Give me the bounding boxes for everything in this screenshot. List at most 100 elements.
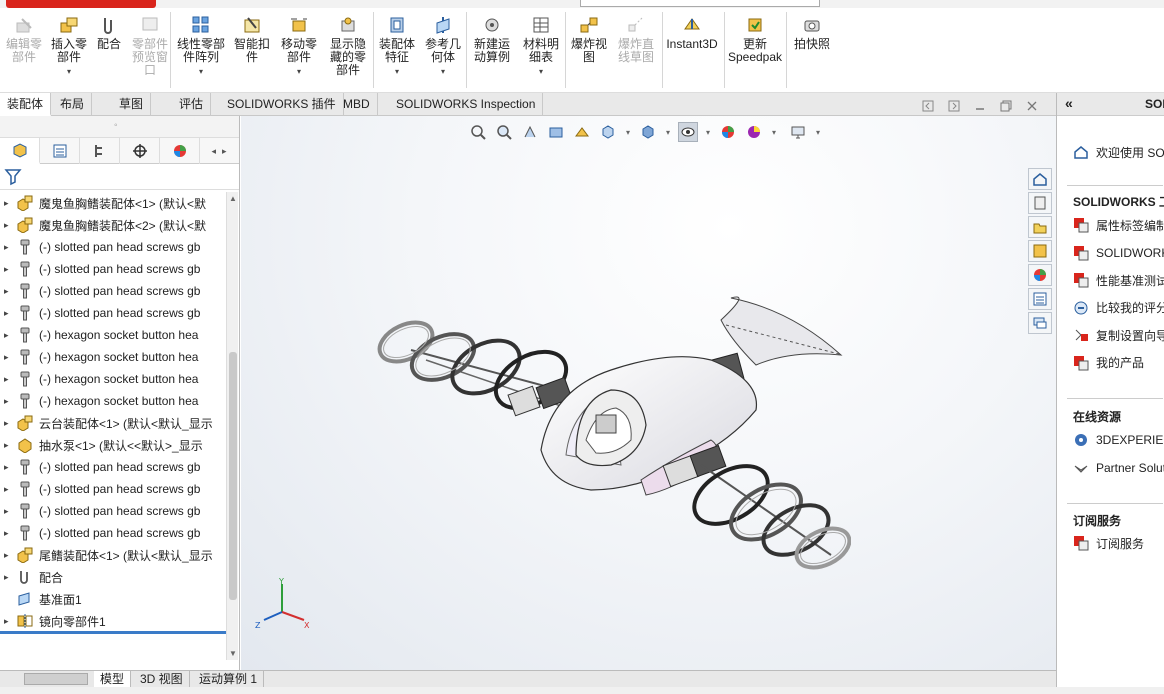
display-style-icon[interactable] xyxy=(638,122,658,142)
expand-arrow-icon[interactable]: ▸ xyxy=(4,352,16,363)
bottom-tab-1[interactable]: 3D 视图 xyxy=(134,671,190,688)
tree-item[interactable]: ▸ 配合 xyxy=(0,566,226,588)
tree-item[interactable]: ▸ (-) hexagon socket button hea xyxy=(0,346,226,368)
component-preview-button[interactable]: 零部件 预览窗 口 xyxy=(128,14,172,77)
tree-filter[interactable] xyxy=(0,164,239,190)
move-component-button[interactable]: 移动零 部件 ▾ xyxy=(278,14,320,78)
collapse-pane-icon[interactable]: « xyxy=(1065,95,1073,111)
tree-scrollbar[interactable]: ▲ ▼ xyxy=(226,192,238,660)
expand-arrow-icon[interactable]: ▸ xyxy=(4,616,16,627)
expand-arrow-icon[interactable]: ▸ xyxy=(4,242,16,253)
tree-item[interactable]: ▸ 魔鬼鱼胸鳍装配体<2> (默认<默 xyxy=(0,214,226,236)
tab-3[interactable]: 评估 xyxy=(172,93,212,116)
tree-item[interactable]: ▸ (-) slotted pan head screws gb xyxy=(0,258,226,280)
design-library-icon[interactable] xyxy=(1028,192,1052,214)
edit-appearance-icon[interactable] xyxy=(718,122,738,142)
chevron-left-icon[interactable]: ◂ xyxy=(211,146,216,157)
tree-item[interactable]: ▸ (-) slotted pan head screws gb xyxy=(0,500,226,522)
expand-arrow-icon[interactable]: ▸ xyxy=(4,220,16,231)
task-pane-link[interactable]: SOLIDWORKS xyxy=(1071,244,1164,262)
expand-arrow-icon[interactable]: ▸ xyxy=(4,462,16,473)
dynamic-annotation-icon[interactable] xyxy=(572,122,592,142)
custom-properties-icon[interactable] xyxy=(1028,288,1052,310)
bottom-tab-2[interactable]: 运动算例 1 xyxy=(193,671,265,688)
tree-item[interactable]: ▸ (-) hexagon socket button hea xyxy=(0,324,226,346)
forum-icon[interactable] xyxy=(1028,312,1052,334)
expand-arrow-icon[interactable]: ▸ xyxy=(4,264,16,275)
display-manager-tab[interactable] xyxy=(160,138,200,164)
task-pane-link[interactable]: 属性标签编制 xyxy=(1071,216,1164,234)
tab-0[interactable]: 装配体 xyxy=(0,93,52,116)
view-orientation-icon[interactable] xyxy=(598,122,618,142)
expand-arrow-icon[interactable]: ▸ xyxy=(4,528,16,539)
task-pane-link[interactable]: 性能基准测试 xyxy=(1071,271,1164,289)
new-motion-study-button[interactable]: 新建运 动算例 xyxy=(470,14,514,64)
tile-left-icon[interactable] xyxy=(922,100,934,112)
grip-icon[interactable]: ◦ xyxy=(114,120,118,131)
manta-ray-robot-model[interactable] xyxy=(371,290,851,585)
task-pane-link[interactable]: 订阅服务 xyxy=(1071,534,1144,552)
mate-button[interactable]: 配合 xyxy=(94,14,124,51)
tile-right-icon[interactable] xyxy=(948,100,960,112)
tree-item[interactable]: ▸ 魔鬼鱼胸鳍装配体<1> (默认<默 xyxy=(0,192,226,214)
expand-arrow-icon[interactable]: ▸ xyxy=(4,506,16,517)
chevron-down-icon[interactable]: ▾ xyxy=(664,122,672,142)
tab-1[interactable]: 布局 xyxy=(53,93,93,116)
tree-item[interactable]: ▸ (-) hexagon socket button hea xyxy=(0,390,226,412)
chevron-down-icon[interactable]: ▾ xyxy=(770,122,778,142)
tree-item[interactable]: ▸ (-) slotted pan head screws gb xyxy=(0,302,226,324)
scrollbar-thumb[interactable] xyxy=(229,352,237,600)
close-icon[interactable] xyxy=(1026,100,1038,112)
bottom-tab-0[interactable]: 模型 xyxy=(94,671,132,688)
expand-arrow-icon[interactable]: ▸ xyxy=(4,396,16,407)
tree-item[interactable]: ▸ (-) slotted pan head screws gb xyxy=(0,522,226,544)
insert-component-button[interactable]: 插入零 部件 ▾ xyxy=(48,14,90,78)
appearances-icon[interactable] xyxy=(1028,264,1052,286)
expand-arrow-icon[interactable]: ▸ xyxy=(4,330,16,341)
tab-2[interactable]: 草图 xyxy=(112,93,152,116)
bom-button[interactable]: 材料明 细表 ▾ xyxy=(520,14,562,78)
filter-icon[interactable] xyxy=(4,167,24,187)
task-pane-link[interactable]: Partner Solut xyxy=(1071,459,1164,477)
tab-4[interactable]: SOLIDWORKS 插件 xyxy=(220,93,344,116)
expand-arrow-icon[interactable]: ▸ xyxy=(4,550,16,561)
expand-arrow-icon[interactable]: ▸ xyxy=(4,440,16,451)
chevron-down-icon[interactable]: ▾ xyxy=(624,122,632,142)
smart-fasteners-button[interactable]: 智能扣 件 xyxy=(232,14,272,64)
explode-line-sketch-button[interactable]: 爆炸直 线草图 xyxy=(614,14,658,64)
search-box[interactable] xyxy=(580,0,820,7)
expand-arrow-icon[interactable]: ▸ xyxy=(4,418,16,429)
view-palette-icon[interactable] xyxy=(1028,240,1052,262)
minimize-icon[interactable] xyxy=(974,100,986,112)
home-tab-icon[interactable] xyxy=(1028,168,1052,190)
tree-item[interactable]: 基准面1 xyxy=(0,588,226,610)
zoom-to-fit-icon[interactable] xyxy=(468,122,488,142)
panel-scroll-arrows[interactable]: ◂ ▸ xyxy=(200,138,238,164)
tab-scroll-controls[interactable] xyxy=(24,673,88,685)
hide-show-items-icon[interactable] xyxy=(678,122,698,142)
take-snapshot-button[interactable]: 拍快照 xyxy=(790,14,834,51)
reference-geometry-button[interactable]: 参考几 何体 ▾ xyxy=(422,14,464,78)
expand-arrow-icon[interactable]: ▸ xyxy=(4,572,16,583)
chevron-right-icon[interactable]: ▸ xyxy=(222,146,227,157)
expand-arrow-icon[interactable]: ▸ xyxy=(4,374,16,385)
tree-item[interactable]: ▸ 抽水泵<1> (默认<<默认>_显示 xyxy=(0,434,226,456)
linear-pattern-button[interactable]: 线性零部 件阵列 ▾ xyxy=(174,14,228,78)
tree-item[interactable]: ▸ (-) slotted pan head screws gb xyxy=(0,280,226,302)
instant3d-button[interactable]: Instant3D xyxy=(664,14,720,51)
view-settings-icon[interactable] xyxy=(788,122,808,142)
chevron-down-icon[interactable]: ▾ xyxy=(704,122,712,142)
task-pane-link[interactable]: 我的产品 xyxy=(1071,354,1144,372)
update-speedpak-button[interactable]: 更新 Speedpak xyxy=(727,14,783,64)
tree-item[interactable]: ▸ (-) slotted pan head screws gb xyxy=(0,478,226,500)
apply-scene-icon[interactable] xyxy=(744,122,764,142)
expand-arrow-icon[interactable]: ▸ xyxy=(4,198,16,209)
edit-component-button[interactable]: 编辑零 部件 xyxy=(4,14,44,64)
task-pane-link[interactable]: 复制设置向导 xyxy=(1071,326,1164,344)
tab-5[interactable]: MBD xyxy=(336,93,378,116)
property-manager-tab[interactable] xyxy=(40,138,80,164)
zoom-to-area-icon[interactable] xyxy=(494,122,514,142)
tree-item[interactable]: ▸ 云台装配体<1> (默认<默认_显示 xyxy=(0,412,226,434)
welcome-link[interactable]: 欢迎使用 SO xyxy=(1071,143,1164,161)
show-hidden-components-button[interactable]: 显示隐 藏的零 部件 xyxy=(326,14,370,77)
